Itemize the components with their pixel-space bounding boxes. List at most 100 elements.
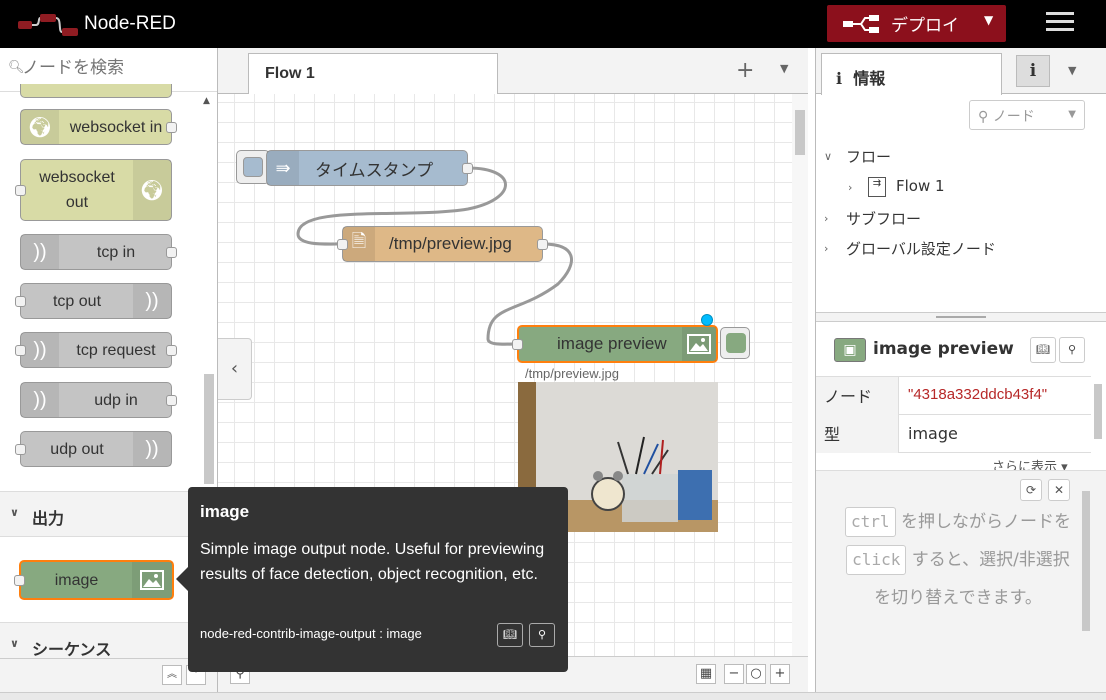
input-port[interactable] [15, 296, 26, 307]
zoom-in-icon[interactable]: + [770, 664, 790, 684]
category-label: シーケンス [32, 640, 112, 659]
palette-node-websocket-out[interactable]: websocket out 🌍︎ [15, 159, 172, 221]
table-row: ノード "4318a332ddcb43f4" [816, 377, 1091, 415]
prop-value[interactable]: "4318a332ddcb43f4" [908, 386, 1047, 403]
tooltip-title: image [200, 502, 250, 521]
flow-node-image-preview[interactable]: image preview [512, 325, 718, 363]
sidebar-tabs: ℹ 情報 i ▼ [816, 48, 1106, 95]
output-port[interactable] [166, 247, 177, 258]
info-icon: ℹ [836, 69, 843, 88]
tree-label: グローバル設定ノード [846, 240, 996, 258]
tree-label: フロー [846, 148, 892, 166]
flow-node-file-in[interactable]: 🗎︎ /tmp/preview.jpg [337, 226, 548, 262]
tab-flow-1[interactable]: Flow 1 [248, 53, 498, 95]
output-port[interactable] [462, 163, 473, 174]
tab-info[interactable]: ℹ 情報 [821, 53, 1002, 95]
palette-node-partial[interactable] [20, 84, 172, 98]
collapse-palette-button[interactable]: ‹ [218, 338, 252, 400]
input-port[interactable] [337, 239, 348, 250]
node-label: tcp out [52, 292, 102, 310]
prop-value: image [908, 424, 958, 443]
sidebar: ℹ 情報 i ▼ ⚲ ノード ▼ ∨ フロー › ⇉ Flow 1 › サブフロー › グ… [815, 48, 1106, 692]
changed-indicator [701, 314, 713, 326]
info-tab-icon[interactable]: i [1016, 55, 1050, 87]
caret-down-icon[interactable]: ▼ [1068, 64, 1076, 77]
chevron-right-icon: › [824, 212, 829, 225]
node-label: websocket in [69, 118, 163, 136]
help-scrollbar[interactable] [1080, 491, 1092, 631]
node-label: image preview [557, 334, 667, 353]
chevron-down-icon: ∨ [824, 150, 833, 163]
chevron-down-icon: ∨ [10, 637, 19, 650]
canvas-vertical-scrollbar[interactable] [792, 94, 808, 656]
flow-icon: ⇉ [868, 177, 886, 197]
caret-down-icon[interactable]: ▼ [984, 13, 993, 27]
output-port[interactable] [166, 345, 177, 356]
help-panel: ⟳ ✕ ctrl を押しながらノードを click すると、選択/非選択を切り替… [816, 470, 1106, 692]
map-icon[interactable]: ▦ [696, 664, 716, 684]
window-bottom-edge [0, 692, 1106, 700]
palette-node-websocket-in[interactable]: 🌍︎ websocket in [20, 109, 177, 145]
palette-node-tcp-out[interactable]: tcp out )) [15, 283, 172, 319]
bridge-icon: )) [21, 235, 59, 269]
input-port[interactable] [512, 339, 523, 350]
book-icon[interactable]: 📖︎ [1030, 337, 1056, 363]
refresh-icon[interactable]: ⟳ [1020, 479, 1042, 501]
input-port[interactable] [15, 444, 26, 455]
search-icon: ⚲ [978, 109, 989, 125]
deploy-button[interactable]: デプロイ ▼ [827, 5, 1006, 42]
node-label: image [54, 571, 99, 589]
category-label: 出力 [32, 509, 65, 528]
node-label: /tmp/preview.jpg [389, 234, 512, 253]
image-icon [132, 562, 172, 598]
output-port[interactable] [166, 395, 177, 406]
image-preview-toggle-button[interactable] [720, 327, 750, 359]
search-icon[interactable]: ⚲ [529, 623, 555, 647]
chevron-down-icon: ∨ [10, 506, 19, 519]
input-port[interactable] [15, 185, 26, 196]
kbd-click: click [846, 545, 907, 575]
table-row: 型 image [816, 415, 1091, 453]
flow-node-inject[interactable]: ⇛ タイムスタンプ [266, 150, 473, 186]
collapse-all-icon[interactable]: ︽ [162, 665, 182, 685]
input-port[interactable] [14, 575, 25, 586]
deploy-label: デプロイ [891, 16, 959, 35]
bridge-icon: )) [133, 284, 171, 318]
bridge-icon: )) [21, 333, 59, 367]
properties-scrollbar[interactable] [1092, 376, 1104, 456]
palette-node-tcp-in[interactable]: )) tcp in [20, 234, 177, 270]
node-label: tcp request [76, 341, 156, 359]
inject-trigger-button[interactable] [236, 150, 270, 184]
search-icon[interactable]: ⚲ [1059, 337, 1085, 363]
add-flow-icon[interactable]: + [736, 58, 754, 83]
zoom-out-icon[interactable]: − [724, 664, 744, 684]
help-text-1: を押しながらノードを [900, 512, 1071, 532]
palette-node-udp-out[interactable]: udp out )) [15, 431, 172, 467]
palette-scrollbar[interactable] [202, 96, 214, 486]
sidebar-splitter[interactable] [816, 312, 1106, 322]
sidebar-search-input[interactable]: ⚲ ノード ▼ [969, 100, 1085, 130]
input-port[interactable] [15, 345, 26, 356]
node-label: websocket out [39, 169, 115, 211]
search-placeholder: ノード [992, 109, 1035, 125]
output-port[interactable] [166, 122, 177, 133]
caret-down-icon: ▼ [1068, 109, 1076, 120]
output-port[interactable] [537, 239, 548, 250]
palette-node-image[interactable]: image [14, 560, 174, 600]
palette-node-udp-in[interactable]: )) udp in [20, 382, 177, 418]
tooltip-module: node-red-contrib-image-output : image [200, 626, 422, 641]
header: Node-RED デプロイ ▼ [0, 0, 1106, 48]
caret-down-icon[interactable]: ▼ [780, 62, 788, 75]
palette-node-tcp-request[interactable]: )) tcp request [15, 332, 177, 368]
bridge-icon: )) [21, 383, 59, 417]
node-help-tooltip: image Simple image output node. Useful f… [176, 487, 568, 672]
zoom-reset-icon[interactable]: ○ [746, 664, 766, 684]
node-label: tcp in [96, 243, 136, 261]
palette-search-input[interactable] [22, 58, 202, 78]
main-menu-button[interactable] [1046, 12, 1074, 36]
palette-footer: ︽ ︾ [0, 658, 217, 692]
book-icon[interactable]: 📖︎ [497, 623, 523, 647]
node-label: udp in [94, 391, 138, 409]
close-icon[interactable]: ✕ [1048, 479, 1070, 501]
category-output[interactable]: ∨ 出力 [0, 491, 217, 537]
